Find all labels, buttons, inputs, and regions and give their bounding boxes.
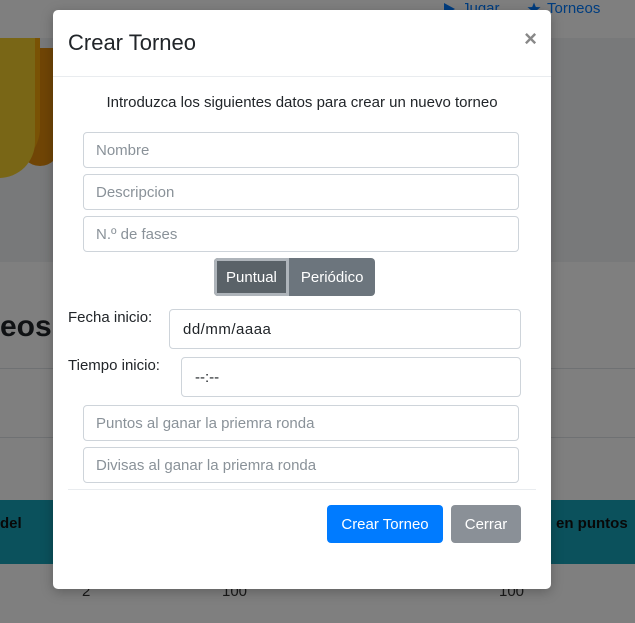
puntual-button[interactable]: Puntual — [214, 258, 289, 296]
fecha-inicio-value: dd/mm/aaaa — [183, 320, 272, 338]
modal-title: Crear Torneo — [68, 30, 196, 55]
num-fases-input[interactable] — [83, 216, 519, 252]
close-button[interactable]: Cerrar — [451, 505, 521, 543]
nombre-input[interactable] — [83, 132, 519, 168]
fecha-inicio-label: Fecha inicio: — [68, 309, 153, 326]
tiempo-inicio-input[interactable]: --:-- — [181, 357, 521, 397]
create-tournament-modal: Crear Torneo × Introduzca los siguientes… — [53, 10, 551, 589]
tiempo-inicio-label: Tiempo inicio: — [68, 357, 160, 374]
create-tournament-button[interactable]: Crear Torneo — [327, 505, 443, 543]
modal-footer-divider — [68, 489, 536, 490]
tiempo-inicio-value: --:-- — [195, 368, 220, 386]
periodico-button[interactable]: Periódico — [288, 258, 376, 296]
puntos-primera-ronda-input[interactable] — [83, 405, 519, 441]
close-icon[interactable]: × — [524, 28, 537, 50]
divisas-primera-ronda-input[interactable] — [83, 447, 519, 483]
modal-header: Crear Torneo × — [53, 10, 551, 77]
modal-intro-text: Introduzca los siguientes datos para cre… — [106, 94, 498, 111]
descripcion-input[interactable] — [83, 174, 519, 210]
fecha-inicio-input[interactable]: dd/mm/aaaa — [169, 309, 521, 349]
tournament-type-toggle: Puntual Periódico — [214, 258, 376, 296]
